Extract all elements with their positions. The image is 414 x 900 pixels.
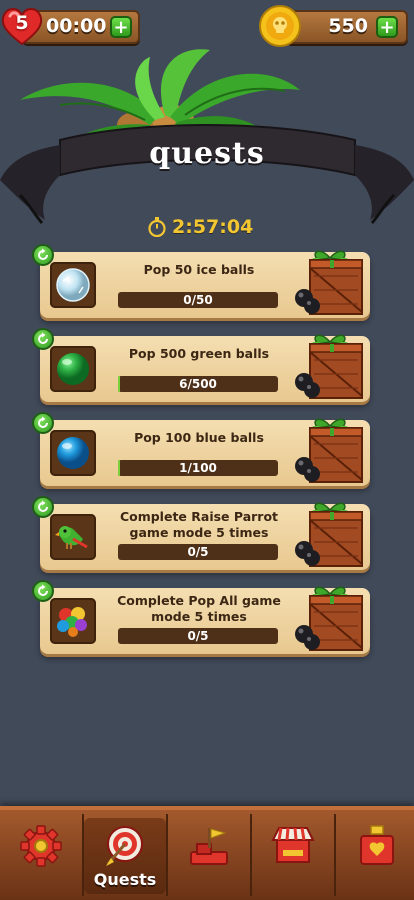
refresh-icon: [38, 500, 48, 512]
add-lives-button[interactable]: +: [110, 16, 132, 38]
quest-title: Complete Pop All game mode 5 times: [117, 593, 281, 624]
quest-progress-text: 0/50: [183, 293, 213, 307]
crate-icon: [295, 586, 363, 651]
quest-icon-box: [50, 514, 96, 560]
quest-card-4: Complete Raise Parrot game mode 5 times …: [32, 496, 370, 570]
quest-icon-box: [50, 346, 96, 392]
add-coins-button[interactable]: +: [376, 16, 398, 38]
quest-progress-bar: 0/5: [118, 544, 278, 560]
quest-card-2: Pop 500 green balls 6/500: [32, 328, 370, 402]
crate-icon: [295, 418, 363, 483]
quest-progress-bar: 0/5: [118, 628, 278, 644]
reward-crate[interactable]: [292, 414, 368, 486]
nav-label-quests: Quests: [93, 870, 157, 889]
quest-icon-box: [50, 598, 96, 644]
quest-progress-bar: 0/50: [118, 292, 278, 308]
gear-icon: [20, 825, 62, 867]
quest-progress-text: 0/5: [187, 545, 209, 559]
lives-count: 5: [15, 12, 29, 34]
quest-progress-text: 0/5: [187, 629, 209, 643]
coin-icon: [258, 4, 302, 48]
quest-title: Pop 500 green balls: [128, 346, 270, 361]
refresh-icon: [38, 332, 48, 344]
stopwatch-icon: [148, 217, 166, 237]
parrot-icon: [55, 526, 88, 549]
quest-title: Complete Raise Parrot game mode 5 times: [119, 509, 279, 540]
quest-progress-text: 6/500: [179, 377, 217, 391]
quest-icon-box: [50, 430, 96, 476]
quest-progress-text: 1/100: [179, 461, 217, 475]
nav-levels[interactable]: [168, 818, 250, 894]
quest-title: Pop 100 blue balls: [134, 430, 264, 445]
green-ball-icon: [57, 353, 89, 385]
quest-card-5: Complete Pop All game mode 5 times 0/5: [32, 580, 370, 654]
quest-progress-bar: 6/500: [118, 376, 278, 392]
countdown-text: 2:57:04: [172, 216, 254, 238]
quest-progress-bar: 1/100: [118, 460, 278, 476]
crate-icon: [295, 334, 363, 399]
nav-quests[interactable]: Quests: [84, 818, 166, 894]
reward-crate[interactable]: [292, 246, 368, 318]
nav-boosters[interactable]: [336, 818, 414, 894]
refresh-icon: [38, 248, 48, 260]
quest-title: Pop 50 ice balls: [143, 262, 255, 277]
flag-icon: [190, 828, 228, 865]
coin-count: 550: [328, 15, 368, 37]
ice-ball-icon: [56, 268, 90, 302]
bottom-nav: Quests: [0, 806, 414, 900]
potion-icon: [360, 825, 394, 865]
reward-crate[interactable]: [292, 330, 368, 402]
nav-shop[interactable]: [252, 818, 334, 894]
balloons-icon: [57, 607, 87, 637]
refresh-icon: [38, 416, 48, 428]
quest-card-3: Pop 100 blue balls 1/100: [32, 412, 370, 486]
refresh-icon: [38, 584, 48, 596]
lives-timer: 00:00: [46, 15, 107, 37]
shop-icon: [271, 827, 315, 863]
reward-crate[interactable]: [292, 582, 368, 654]
quest-icon-box: [50, 262, 96, 308]
nav-settings[interactable]: [0, 818, 82, 894]
target-icon: [106, 826, 143, 866]
quest-countdown: 2:57:04: [148, 214, 253, 240]
page-title: quests: [149, 136, 265, 171]
blue-ball-icon: [57, 437, 89, 469]
crate-icon: [295, 502, 363, 567]
crate-icon: [295, 250, 363, 315]
reward-crate[interactable]: [292, 498, 368, 570]
quest-card-1: Pop 50 ice balls 0/50: [32, 244, 370, 318]
